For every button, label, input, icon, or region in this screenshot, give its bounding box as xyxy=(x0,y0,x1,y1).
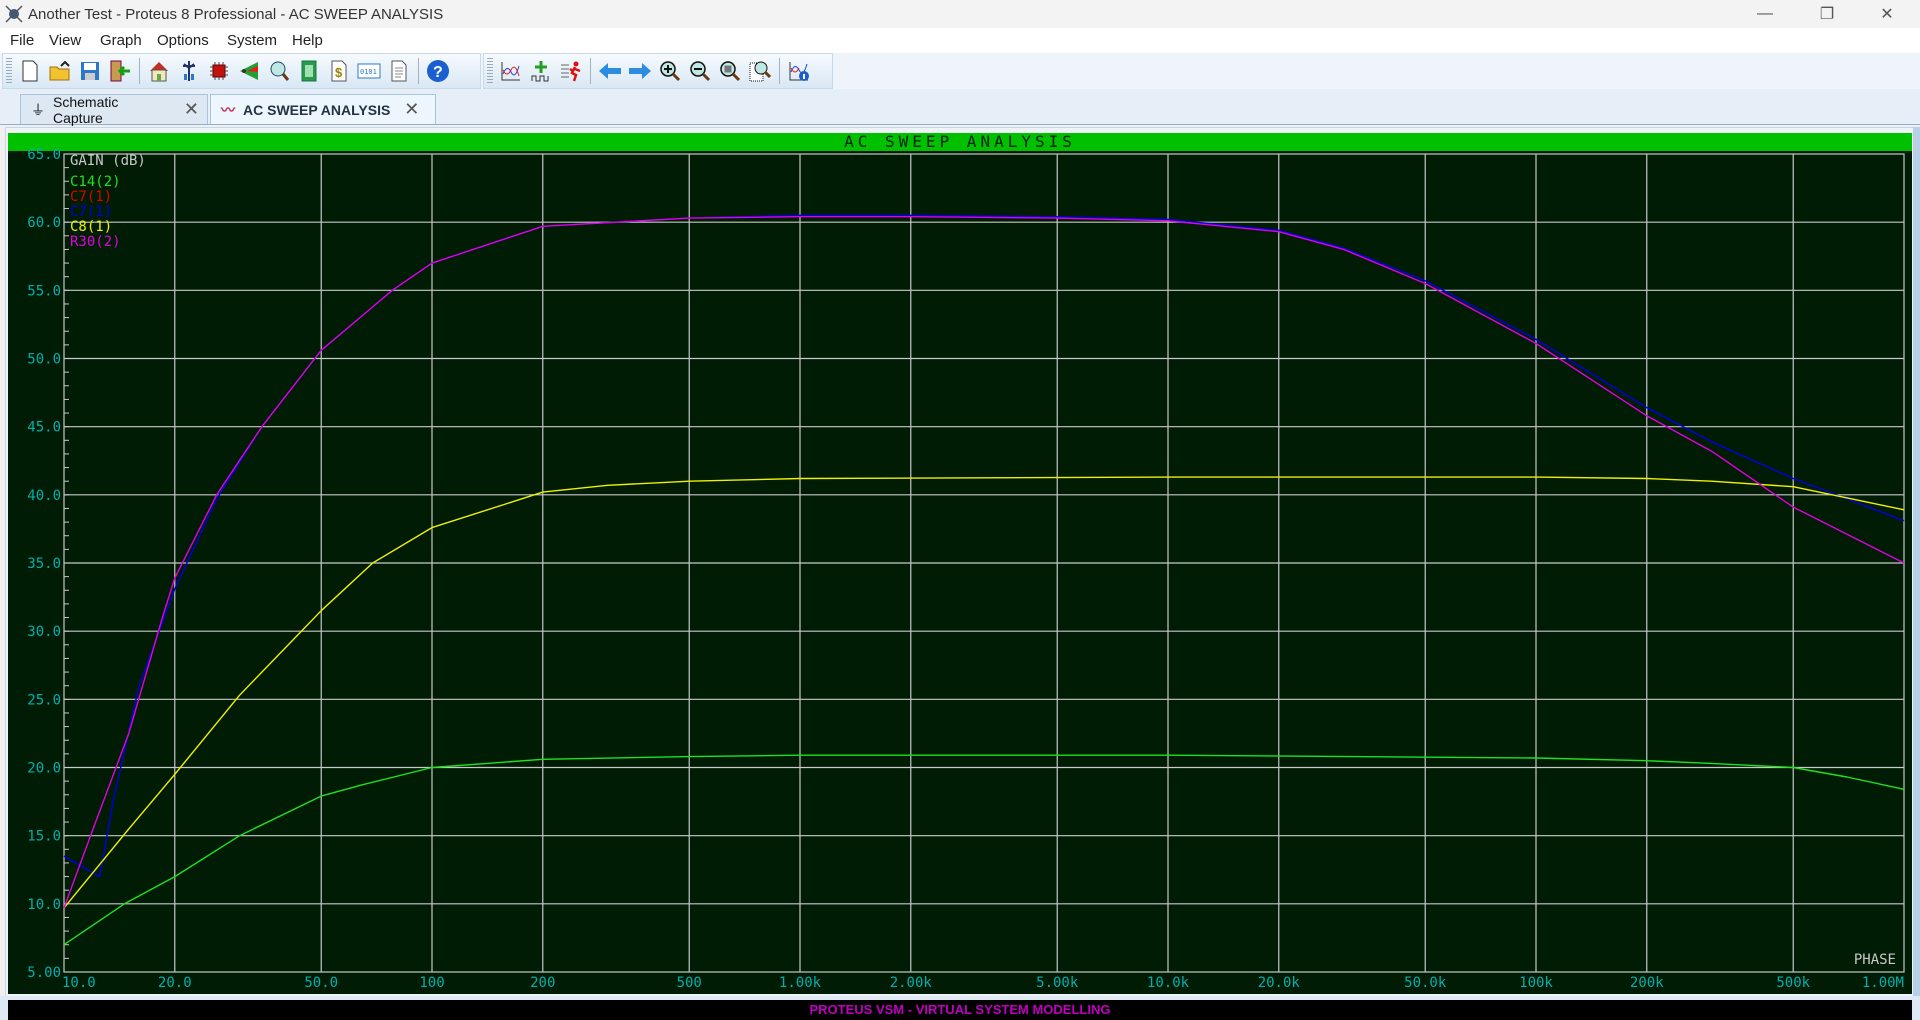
trace-c142-20e020 xyxy=(63,754,1905,946)
y-tick-label: 25.0 xyxy=(27,692,61,708)
legend-entry[interactable]: C7(1) xyxy=(70,204,112,220)
y-tick-label: 35.0 xyxy=(27,556,61,572)
y-tick-label: 15.0 xyxy=(27,829,61,845)
x-tick-label: 10.0k xyxy=(1147,975,1190,991)
x-tick-label: 500k xyxy=(1776,975,1810,991)
x-tick-label: 50.0k xyxy=(1404,975,1447,991)
x-tick-label: 20.0 xyxy=(158,975,192,991)
x-tick-label: 5.00k xyxy=(1036,975,1079,991)
y-tick-label: 30.0 xyxy=(27,624,61,640)
y-tick-label: 40.0 xyxy=(27,488,61,504)
status-text: PROTEUS VSM - VIRTUAL SYSTEM MODELLING xyxy=(809,1002,1111,1017)
y-tick-label: 55.0 xyxy=(27,283,61,299)
x-tick-label: 20.0k xyxy=(1258,975,1301,991)
y-tick-label: 60.0 xyxy=(27,215,61,231)
y-tick-label: 20.0 xyxy=(27,761,61,777)
legend-entry[interactable]: C8(1) xyxy=(70,219,112,235)
y-tick-label: 5.00 xyxy=(27,965,61,981)
y-axis-ticks xyxy=(64,153,69,973)
y-axis-labels: 65.0 60.0 55.0 50.0 45.0 40.0 35.0 30.0 25.0 20.0… xyxy=(27,147,61,981)
x-tick-label: 50.0 xyxy=(304,975,338,991)
y-tick-label: 10.0 xyxy=(27,897,61,913)
phase-axis-title: PHASE xyxy=(1854,952,1896,968)
y-tick-label: 45.0 xyxy=(27,420,61,436)
x-tick-label: 200k xyxy=(1630,975,1664,991)
legend-entry[interactable]: C14(2) xyxy=(70,174,121,190)
x-tick-label: 500 xyxy=(677,975,702,991)
x-axis-labels: 10.0 20.0 50.0 100 200 500 1.00k 2.00k 5.00k 10.0… xyxy=(62,975,1904,991)
trace-c81-f0f000 xyxy=(63,476,1905,909)
x-tick-label: 100k xyxy=(1519,975,1553,991)
legend: GAIN (dB) C14(2)C7(1)C7(1)C8(1)R30(2) xyxy=(70,153,146,250)
x-tick-label: 1.00k xyxy=(779,975,822,991)
trace-c71-0000e0 xyxy=(63,214,1905,878)
x-tick-label: 100 xyxy=(419,975,444,991)
legend-entry[interactable]: R30(2) xyxy=(70,234,121,250)
y-axis-title: GAIN (dB) xyxy=(70,153,146,169)
y-tick-label: 50.0 xyxy=(27,352,61,368)
x-tick-label: 2.00k xyxy=(890,975,933,991)
x-tick-label: 200 xyxy=(530,975,555,991)
trace-r302-e000e0 xyxy=(63,215,1905,909)
ac-sweep-chart[interactable]: 10.0 20.0 50.0 100 200 500 1.00k 2.00k 5.00k 10.0… xyxy=(0,0,1920,1000)
legend-entry[interactable]: C7(1) xyxy=(70,189,112,205)
x-tick-label: 1.00M xyxy=(1862,975,1904,991)
x-tick-label: 10.0 xyxy=(62,975,96,991)
grid-lines xyxy=(63,153,1905,973)
y-tick-label: 65.0 xyxy=(27,147,61,163)
status-bar: PROTEUS VSM - VIRTUAL SYSTEM MODELLING xyxy=(8,1000,1912,1020)
